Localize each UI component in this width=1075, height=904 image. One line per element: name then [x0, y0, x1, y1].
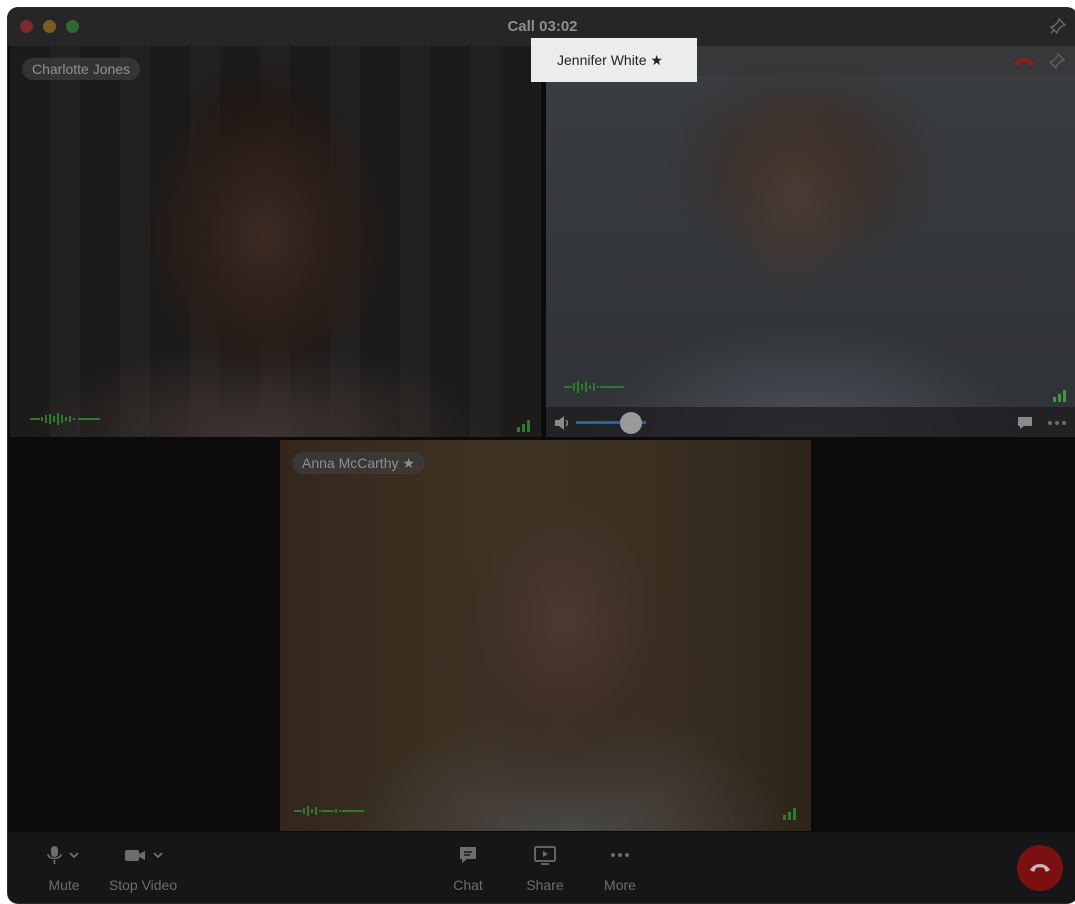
- speaker-icon[interactable]: [554, 415, 572, 431]
- chat-button[interactable]: Chat: [446, 844, 490, 893]
- mute-label: Mute: [48, 877, 80, 893]
- video-tile-anna[interactable]: Anna McCarthy ★: [280, 440, 811, 831]
- pin-icon[interactable]: [1048, 52, 1066, 70]
- audio-waveform-icon: [30, 413, 100, 425]
- call-toolbar: Mute Stop Video Chat Share More: [8, 831, 1075, 903]
- signal-strength-icon: [517, 420, 530, 432]
- hang-up-icon: [1030, 864, 1050, 872]
- tile-control-bar: [546, 407, 1075, 437]
- chat-icon: [460, 847, 476, 863]
- audio-waveform-icon: [294, 806, 364, 816]
- pin-icon[interactable]: [1049, 17, 1067, 35]
- more-options-icon[interactable]: [1046, 415, 1068, 431]
- share-label: Share: [526, 877, 564, 893]
- participant-name-label: Anna McCarthy ★: [292, 452, 425, 474]
- mute-button[interactable]: Mute: [34, 844, 94, 893]
- audio-waveform-icon: [564, 381, 624, 393]
- microphone-icon: [47, 846, 79, 864]
- participant-name-label-highlighted: Jennifer White ★: [531, 38, 697, 82]
- chat-bubble-icon[interactable]: [1016, 415, 1034, 431]
- end-call-button[interactable]: [1017, 845, 1063, 891]
- video-tile-charlotte[interactable]: Charlotte Jones: [10, 46, 541, 437]
- chat-label: Chat: [453, 877, 483, 893]
- more-label: More: [604, 877, 636, 893]
- stop-video-button[interactable]: Stop Video: [100, 844, 186, 893]
- more-button[interactable]: More: [598, 844, 642, 893]
- video-tile-jennifer[interactable]: [546, 46, 1075, 437]
- signal-strength-icon: [783, 808, 796, 820]
- screen-share-icon: [534, 846, 556, 865]
- participant-name-label: Charlotte Jones: [22, 58, 141, 80]
- video-camera-icon: [125, 850, 163, 861]
- stop-video-label: Stop Video: [108, 877, 178, 893]
- share-button[interactable]: Share: [520, 844, 570, 893]
- hang-up-icon[interactable]: [1012, 54, 1036, 68]
- window-title: Call 03:02: [507, 18, 578, 35]
- volume-slider-knob[interactable]: [620, 412, 642, 434]
- call-window: Call 03:02 Charlotte Jones Jennifer Whit…: [8, 8, 1075, 903]
- more-icon: [611, 853, 629, 857]
- signal-strength-icon: [1053, 390, 1066, 402]
